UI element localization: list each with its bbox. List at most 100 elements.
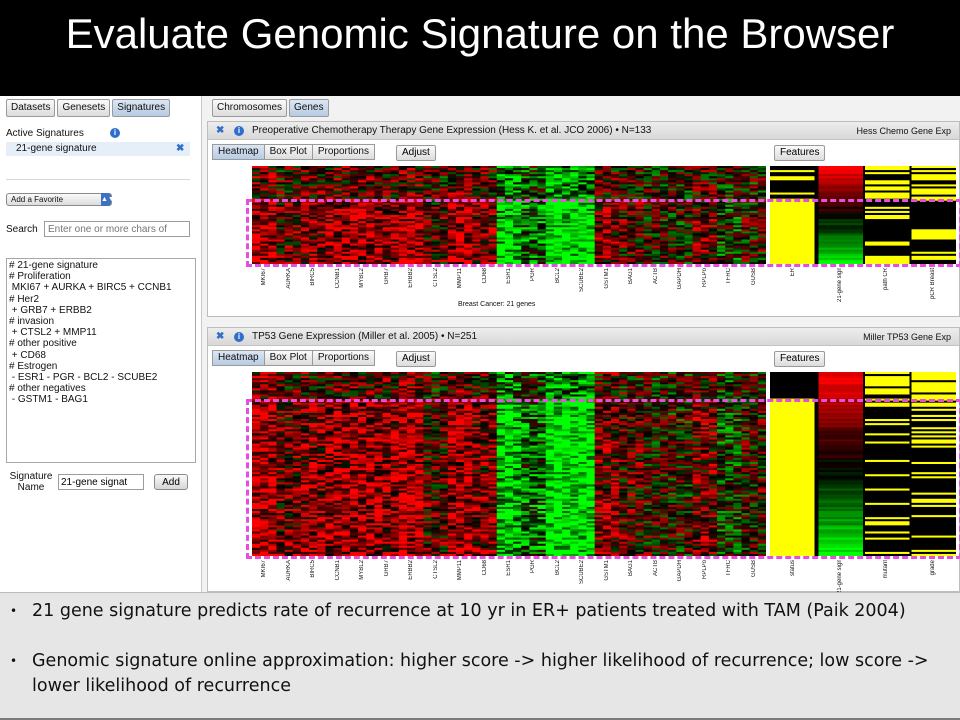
tab-proportions[interactable]: Proportions <box>311 350 375 366</box>
feature-heatmap[interactable] <box>770 372 956 556</box>
gene-label: GSTM1 <box>603 560 610 581</box>
gene-label: TFRC <box>726 560 733 576</box>
gene-label: AURKA <box>285 268 292 289</box>
feature-heatmap[interactable] <box>770 166 956 264</box>
gene-label: ESR1 <box>506 268 512 284</box>
gene-label: ERBB2 <box>408 268 415 288</box>
gene-label: MKI67 <box>261 268 268 286</box>
gene-label: MKI67 <box>261 560 268 578</box>
gene-label: GUSB <box>750 560 757 578</box>
gene-label: ACTB <box>652 560 659 577</box>
active-signatures-area <box>6 158 190 180</box>
tab-heatmap[interactable]: Heatmap <box>212 144 265 160</box>
gene-heatmap[interactable] <box>252 166 766 264</box>
info-icon[interactable]: i <box>234 126 244 136</box>
tab-genesets[interactable]: Genesets <box>57 99 111 117</box>
gene-label: MYBL2 <box>359 268 366 288</box>
gene-label: GUSB <box>750 268 757 286</box>
tab-heatmap[interactable]: Heatmap <box>212 350 265 366</box>
gene-caption: Breast Cancer: 21 genes <box>458 301 536 308</box>
gene-label: CTSL2 <box>432 268 439 287</box>
gene-label: CD68 <box>481 268 488 284</box>
bullet-text: Genomic signature online approximation: … <box>32 651 929 696</box>
info-icon[interactable]: i <box>110 128 120 138</box>
close-icon[interactable]: ✖ <box>216 328 224 346</box>
signature-name-input[interactable] <box>58 474 144 490</box>
active-signature-item[interactable]: 21-gene signature <box>6 142 190 156</box>
panel-title: Preoperative Chemotherapy Therapy Gene E… <box>252 125 652 136</box>
bullet-dot-icon: • <box>10 604 18 618</box>
bullet-list: • 21 gene signature predicts rate of rec… <box>0 592 960 720</box>
signature-editor[interactable]: # 21-gene signature # Proliferation MKI6… <box>6 258 196 463</box>
tab-proportions[interactable]: Proportions <box>311 144 375 160</box>
feature-label: 21-gene signature <box>836 268 843 302</box>
feature-label: mutant <box>883 560 889 579</box>
gene-label: MMP11 <box>457 560 464 581</box>
panel-header: ✖ i TP53 Gene Expression (Miller et al. … <box>208 328 959 346</box>
gene-label: CCNB1 <box>334 268 341 289</box>
gene-label: PGR <box>530 268 537 282</box>
feature-label: path CR <box>883 268 889 291</box>
favorite-select-value: Add a Favorite <box>11 195 64 204</box>
gene-label: SCUBE2 <box>579 560 586 585</box>
signature-name-label: Signature Name <box>9 471 53 493</box>
gene-label: BCL2 <box>554 268 561 284</box>
tab-signatures[interactable]: Signatures <box>112 99 171 117</box>
gene-label: RPLPo <box>701 560 708 580</box>
gene-label: GAPDH <box>677 268 684 290</box>
gene-label: BAG1 <box>628 560 635 577</box>
tab-box-plot[interactable]: Box Plot <box>263 144 313 160</box>
info-icon[interactable]: i <box>234 332 244 342</box>
features-button[interactable]: Features <box>774 145 826 161</box>
gene-label: AURKA <box>285 560 292 581</box>
panel-source: Miller TP53 Gene Exp <box>863 332 951 342</box>
adjust-button[interactable]: Adjust <box>396 145 436 161</box>
gene-label: ESR1 <box>506 560 512 576</box>
gene-label: BIRC5 <box>310 560 317 578</box>
panel-title: TP53 Gene Expression (Miller et al. 2005… <box>252 331 477 342</box>
tab-genes[interactable]: Genes <box>289 99 329 117</box>
title-band: Evaluate Genomic Signature on the Browse… <box>0 0 960 96</box>
gene-label: CCNB1 <box>334 560 341 581</box>
bullet-item: • Genomic signature online approximation… <box>10 649 950 699</box>
gene-label: MYBL2 <box>359 560 366 580</box>
tab-chromosomes[interactable]: Chromosomes <box>212 99 288 117</box>
gene-label: GSTM1 <box>603 268 610 289</box>
gene-label: MMP11 <box>457 268 464 289</box>
active-signatures-label: Active Signatures <box>6 128 84 139</box>
feature-label: grade <box>929 560 936 576</box>
features-button[interactable]: Features <box>774 351 826 367</box>
gene-label: ACTB <box>652 268 659 285</box>
bullet-dot-icon: • <box>10 654 18 668</box>
remove-signature-icon[interactable]: ✖ <box>176 143 184 154</box>
adjust-button[interactable]: Adjust <box>396 351 436 367</box>
add-favorite-select[interactable]: Add a Favorite ▲▼ <box>6 193 115 206</box>
tab-datasets[interactable]: Datasets <box>6 99 56 117</box>
panel-header: ✖ i Preoperative Chemotherapy Therapy Ge… <box>208 122 959 140</box>
feature-label: ER <box>790 268 796 277</box>
gene-label: BIRC5 <box>310 268 317 286</box>
gene-label: CD68 <box>481 560 488 576</box>
add-button[interactable]: Add <box>154 474 188 490</box>
gene-label: RPLPo <box>701 268 708 288</box>
browser-app-screenshot: Datasets Genesets Signatures Active Sign… <box>0 96 960 592</box>
feature-label: 21-gene signature <box>836 560 843 592</box>
tab-box-plot[interactable]: Box Plot <box>263 350 313 366</box>
gene-label: GAPDH <box>677 560 684 582</box>
gene-label: TFRC <box>726 268 733 284</box>
gene-label: BCL2 <box>554 560 561 576</box>
gene-label: ERBB2 <box>408 560 415 580</box>
gene-label: BAG1 <box>628 268 635 285</box>
view-tabs: Heatmap Box Plot Proportions <box>212 144 375 160</box>
gene-label: PGR <box>530 560 537 574</box>
close-icon[interactable]: ✖ <box>216 122 224 140</box>
left-tabbar: Datasets Genesets Signatures <box>6 99 171 117</box>
gene-label: CTSL2 <box>432 560 439 579</box>
gene-label: SCUBE2 <box>579 268 586 293</box>
gene-heatmap[interactable] <box>252 372 766 556</box>
left-panel: Datasets Genesets Signatures Active Sign… <box>0 96 202 592</box>
feature-label: pCR Breast <box>929 268 936 300</box>
bullet-item: • 21 gene signature predicts rate of rec… <box>10 599 950 624</box>
feature-label: status <box>790 560 796 577</box>
search-input[interactable] <box>44 221 190 237</box>
